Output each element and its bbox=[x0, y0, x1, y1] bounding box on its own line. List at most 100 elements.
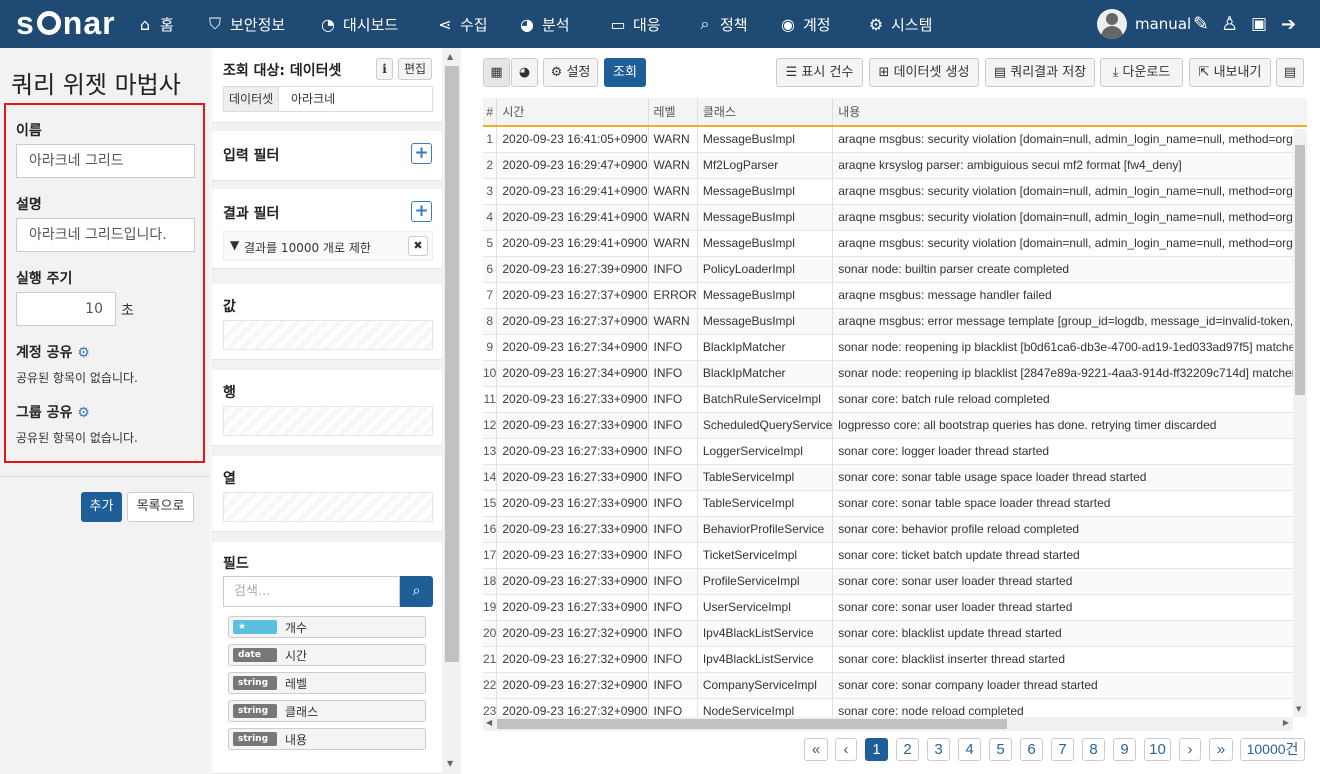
middle-scrollbar[interactable]: ▲ ▼ bbox=[443, 48, 461, 774]
table-cell: sonar node: builtin parser create comple… bbox=[832, 256, 1307, 283]
page-6[interactable]: 6 bbox=[1020, 738, 1043, 761]
page-7[interactable]: 7 bbox=[1051, 738, 1074, 761]
page-2[interactable]: 2 bbox=[896, 738, 919, 761]
field-search-input[interactable]: 검색... bbox=[223, 576, 400, 607]
query-target-field[interactable]: 데이터셋 아라크네 bbox=[223, 86, 433, 112]
save-result-button[interactable]: ▤ 쿼리결과 저장 bbox=[985, 58, 1095, 87]
display-count-button[interactable]: ☰ 표시 건수 bbox=[776, 58, 863, 87]
table-row[interactable]: 6 2020-09-23 16:27:39+0900 INFO PolicyLoade… bbox=[483, 256, 1307, 283]
sonar-logo[interactable]: s nar bbox=[16, 5, 116, 42]
column-header[interactable]: 클래스 bbox=[697, 98, 834, 127]
ticket-icon[interactable]: ✎ bbox=[1193, 0, 1209, 48]
table-row[interactable]: 5 2020-09-23 16:29:41+0900 WARN MessageBusI… bbox=[483, 230, 1307, 257]
gear-icon[interactable]: ⚙ bbox=[77, 405, 90, 421]
menu-collect[interactable]: ⋖ 수집 bbox=[437, 0, 487, 48]
table-horizontal-scrollbar[interactable]: ◀ ▶ bbox=[483, 717, 1293, 731]
table-vertical-scrollbar[interactable]: ▼ bbox=[1293, 129, 1307, 717]
settings-button[interactable]: ⚙ 설정 bbox=[543, 58, 598, 87]
table-row[interactable]: 17 2020-09-23 16:27:33+0900 INFO TicketServ… bbox=[483, 542, 1307, 569]
menu-response[interactable]: ▭ 대응 bbox=[610, 0, 660, 48]
table-row[interactable]: 11 2020-09-23 16:27:33+0900 INFO BatchRuleS… bbox=[483, 386, 1307, 413]
table-row[interactable]: 15 2020-09-23 16:27:33+0900 INFO TableServi… bbox=[483, 490, 1307, 517]
user-name[interactable]: manual bbox=[1135, 0, 1191, 48]
grid-view-icon[interactable]: ▦ bbox=[483, 58, 510, 87]
back-to-list-button[interactable]: 목록으로 bbox=[127, 492, 194, 522]
page-8[interactable]: 8 bbox=[1082, 738, 1105, 761]
logout-icon[interactable]: ➔ bbox=[1281, 0, 1296, 48]
table-row[interactable]: 19 2020-09-23 16:27:33+0900 INFO UserServic… bbox=[483, 594, 1307, 621]
page-4[interactable]: 4 bbox=[958, 738, 981, 761]
query-button[interactable]: 조회 bbox=[604, 58, 646, 87]
scroll-left-icon[interactable]: ◀ bbox=[486, 718, 492, 727]
menu-home[interactable]: ⌂ 홈 bbox=[137, 0, 174, 48]
table-row[interactable]: 7 2020-09-23 16:27:37+0900 ERROR MessageBus… bbox=[483, 282, 1307, 309]
column-header[interactable]: 시간 bbox=[496, 98, 649, 127]
user-avatar[interactable] bbox=[1097, 9, 1127, 39]
first-page-button[interactable]: « bbox=[804, 738, 828, 761]
menu-security-info[interactable]: ⛉ 보안정보 bbox=[207, 0, 285, 48]
export-button[interactable]: ⇱ 내보내기 bbox=[1189, 58, 1271, 87]
table-row[interactable]: 3 2020-09-23 16:29:41+0900 WARN MessageBusI… bbox=[483, 178, 1307, 205]
value-dropzone[interactable] bbox=[223, 320, 433, 350]
table-row[interactable]: 18 2020-09-23 16:27:33+0900 INFO ProfileSer… bbox=[483, 568, 1307, 595]
table-row[interactable]: 23 2020-09-23 16:27:32+0900 INFO NodeServic… bbox=[483, 698, 1307, 718]
menu-policy[interactable]: ⌕ 정책 bbox=[697, 0, 748, 48]
column-header[interactable]: 레벨 bbox=[648, 98, 698, 127]
next-page-button[interactable]: › bbox=[1179, 738, 1201, 761]
info-button[interactable]: i bbox=[376, 58, 393, 80]
create-dataset-button[interactable]: ⊞ 데이터셋 생성 bbox=[869, 58, 979, 87]
chart-view-icon[interactable]: ◕ bbox=[511, 58, 538, 87]
table-row[interactable]: 14 2020-09-23 16:27:33+0900 INFO TableServi… bbox=[483, 464, 1307, 491]
scroll-down-icon[interactable]: ▼ bbox=[447, 759, 453, 768]
interval-input[interactable]: 10 bbox=[16, 292, 116, 326]
field-item[interactable]: string 레벨 bbox=[228, 672, 426, 694]
menu-analysis[interactable]: ◕ 분석 bbox=[519, 0, 570, 48]
gear-icon[interactable]: ⚙ bbox=[77, 345, 90, 361]
last-page-button[interactable]: » bbox=[1209, 738, 1233, 761]
user-profile-icon[interactable]: ♙ bbox=[1221, 0, 1238, 48]
menu-account[interactable]: ◉ 계정 bbox=[780, 0, 831, 48]
field-item[interactable]: string 내용 bbox=[228, 728, 426, 750]
table-row[interactable]: 22 2020-09-23 16:27:32+0900 INFO CompanySer… bbox=[483, 672, 1307, 699]
description-input[interactable]: 아라크네 그리드입니다. bbox=[16, 218, 195, 252]
page-10[interactable]: 10 bbox=[1144, 738, 1171, 761]
page-5[interactable]: 5 bbox=[989, 738, 1012, 761]
table-row[interactable]: 13 2020-09-23 16:27:33+0900 INFO LoggerServ… bbox=[483, 438, 1307, 465]
menu-dashboard[interactable]: ◔ 대시보드 bbox=[320, 0, 398, 48]
page-1[interactable]: 1 bbox=[865, 738, 888, 761]
remove-filter-button[interactable]: ✖ bbox=[408, 236, 428, 256]
column-header[interactable]: # bbox=[483, 98, 498, 127]
add-button[interactable]: 추가 bbox=[81, 492, 122, 522]
table-row[interactable]: 4 2020-09-23 16:29:41+0900 WARN MessageBusI… bbox=[483, 204, 1307, 231]
table-row[interactable]: 16 2020-09-23 16:27:33+0900 INFO BehaviorPr… bbox=[483, 516, 1307, 543]
scroll-down-icon[interactable]: ▼ bbox=[1296, 705, 1301, 713]
column-header[interactable]: 내용 bbox=[832, 98, 1307, 127]
prev-page-button[interactable]: ‹ bbox=[835, 738, 857, 761]
table-row[interactable]: 12 2020-09-23 16:27:33+0900 INFO ScheduledQ… bbox=[483, 412, 1307, 439]
scroll-up-icon[interactable]: ▲ bbox=[447, 52, 453, 61]
lock-icon[interactable]: ▣ bbox=[1251, 0, 1267, 48]
field-item[interactable]: ★ 개수 bbox=[228, 616, 426, 638]
table-row[interactable]: 9 2020-09-23 16:27:34+0900 INFO BlackIpMatc… bbox=[483, 334, 1307, 361]
table-row[interactable]: 8 2020-09-23 16:27:37+0900 WARN MessageBusI… bbox=[483, 308, 1307, 335]
column-dropzone[interactable] bbox=[223, 492, 433, 522]
page-9[interactable]: 9 bbox=[1113, 738, 1136, 761]
scroll-right-icon[interactable]: ▶ bbox=[1283, 718, 1289, 727]
page-3[interactable]: 3 bbox=[927, 738, 950, 761]
field-item[interactable]: string 클래스 bbox=[228, 700, 426, 722]
download-button[interactable]: ⤓ 다운로드 bbox=[1100, 58, 1183, 87]
field-item[interactable]: date 시간 bbox=[228, 644, 426, 666]
search-icon[interactable]: ⌕ bbox=[400, 576, 433, 607]
table-row[interactable]: 10 2020-09-23 16:27:34+0900 INFO BlackIpMat… bbox=[483, 360, 1307, 387]
table-row[interactable]: 2 2020-09-23 16:29:47+0900 WARN Mf2LogParse… bbox=[483, 152, 1307, 179]
menu-system[interactable]: ⚙ 시스템 bbox=[868, 0, 933, 48]
edit-button[interactable]: 편집 bbox=[398, 58, 432, 80]
table-row[interactable]: 1 2020-09-23 16:41:05+0900 WARN MessageBusI… bbox=[483, 126, 1307, 153]
add-result-filter-button[interactable]: + bbox=[411, 201, 432, 222]
column-toggle-icon[interactable]: ▤ bbox=[1276, 58, 1304, 87]
row-dropzone[interactable] bbox=[223, 406, 433, 436]
add-input-filter-button[interactable]: + bbox=[411, 143, 432, 164]
table-row[interactable]: 21 2020-09-23 16:27:32+0900 INFO Ipv4BlackL… bbox=[483, 646, 1307, 673]
table-row[interactable]: 20 2020-09-23 16:27:32+0900 INFO Ipv4BlackL… bbox=[483, 620, 1307, 647]
name-input[interactable]: 아라크네 그리드 bbox=[16, 144, 195, 178]
